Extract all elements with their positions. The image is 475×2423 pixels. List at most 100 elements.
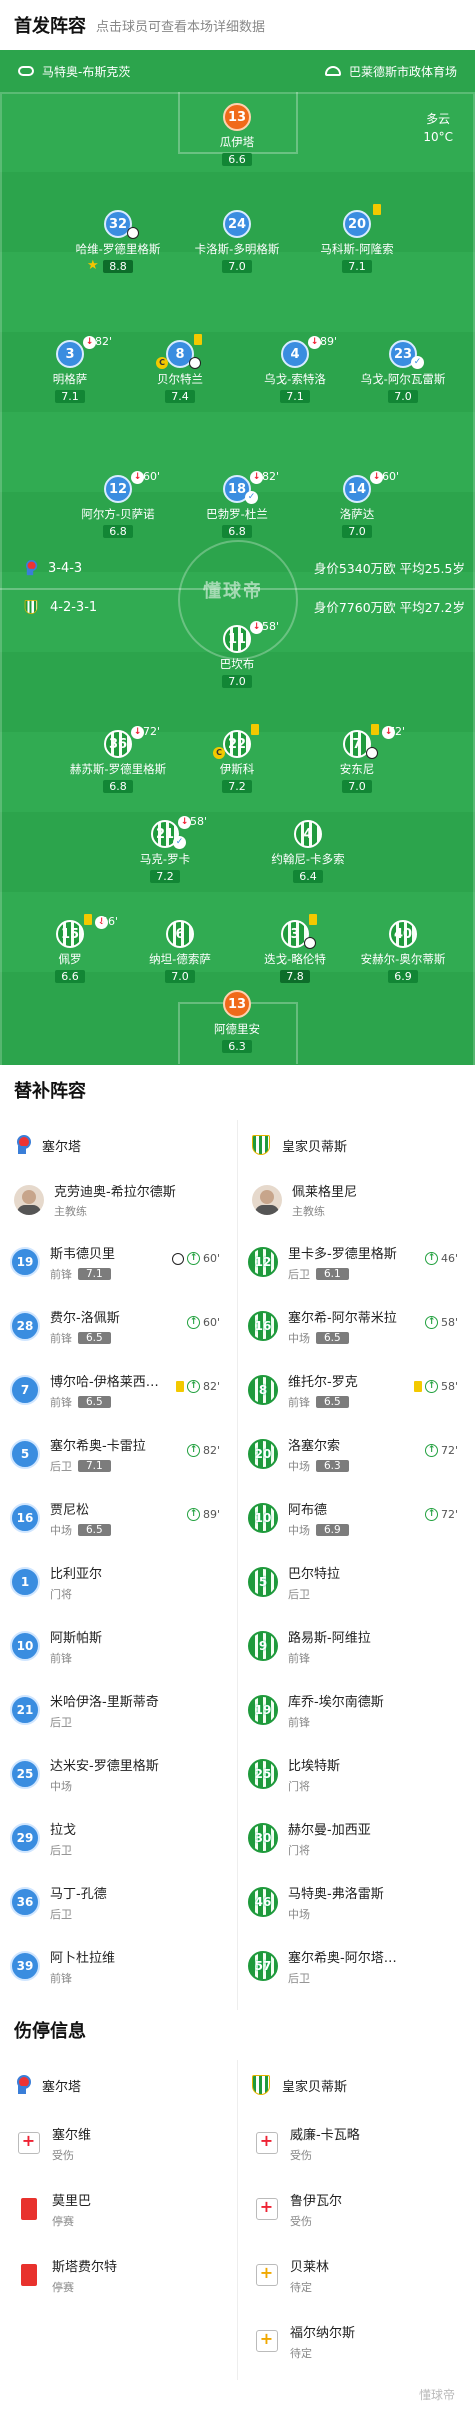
- player-rating: 6.6: [55, 970, 85, 983]
- avg-age: 平均25.5岁: [399, 561, 465, 576]
- sub-player-row[interactable]: 25 比埃特斯 门将: [238, 1742, 466, 1806]
- sub-player-row[interactable]: 5 塞尔希奥-卡雷拉 后卫 7.1 ↑ 82': [0, 1422, 228, 1486]
- player-position: 前锋: [50, 1395, 72, 1409]
- player-name: 贝尔特兰: [157, 372, 203, 386]
- injury-row[interactable]: 莫里巴 停赛: [0, 2176, 228, 2242]
- sub-time: 72': [440, 1508, 458, 1521]
- injury-row[interactable]: 威廉-卡瓦略受伤: [238, 2110, 466, 2176]
- away-player[interactable]: 3 迭戈-略伦特 7.8: [240, 914, 350, 984]
- player-number: 23: [393, 346, 413, 362]
- sub-player-row[interactable]: 10 阿斯帕斯 前锋: [0, 1614, 228, 1678]
- sub-player-row[interactable]: 10 阿布德 中场 6.9 ↑ 72': [238, 1486, 466, 1550]
- away-player-gk[interactable]: 13 阿德里安 6.3: [182, 990, 292, 1054]
- player-position: 前锋: [288, 1651, 310, 1665]
- player-meta: 后卫: [50, 1842, 160, 1858]
- sub-time: 60': [382, 470, 400, 483]
- doubtful-icon: [256, 2263, 278, 2286]
- injury-status: 待定: [290, 2346, 312, 2360]
- sub-player-row[interactable]: 39 阿卜杜拉维 前锋: [0, 1934, 228, 1998]
- sub-player-row[interactable]: 57 塞尔希奥-阿尔塔米拉 后卫: [238, 1934, 466, 1998]
- sub-player-row[interactable]: 16 贾尼松 中场 6.5 ↑ 89': [0, 1486, 228, 1550]
- away-player[interactable]: 21 ↓ ✓ 58' 马克-罗卡 7.2: [110, 815, 220, 884]
- sub-in-icon: ↑: [424, 1508, 438, 1521]
- home-player[interactable]: 8C 贝尔特兰 7.4: [125, 334, 235, 404]
- player-number: 16: [10, 1503, 40, 1533]
- player-rating: 7.1: [280, 390, 310, 403]
- player-number: 24: [223, 210, 251, 238]
- away-player[interactable]: 11 ↓ 58' 巴坎布 7.0: [182, 620, 292, 689]
- player-number: 15: [60, 926, 80, 942]
- player-name: 威廉-卡瓦略: [290, 2127, 360, 2143]
- home-player[interactable]: 32 哈维-罗德里格斯 ★ 8.8: [63, 210, 173, 274]
- player-number: 20: [347, 216, 367, 232]
- sub-player-row[interactable]: 9 路易斯-阿维拉 前锋: [238, 1614, 466, 1678]
- player-info: 贾尼松 中场 6.5: [50, 1499, 160, 1538]
- home-player-gk[interactable]: 13 瓜伊塔 6.6: [182, 103, 292, 167]
- player-name: 费尔-洛佩斯: [50, 1310, 120, 1326]
- sub-time: 72': [143, 725, 161, 738]
- home-player[interactable]: 20 马科斯-阿隆索 7.1: [302, 204, 412, 274]
- player-name: 里卡多-罗德里格斯: [288, 1246, 397, 1262]
- injury-row[interactable]: 福尔纳尔斯待定: [238, 2308, 466, 2374]
- away-player[interactable]: 7 ↓ 72' 安东尼 7.0: [302, 724, 412, 794]
- home-player[interactable]: 23 ✓ 乌戈-阿尔瓦雷斯 7.0: [348, 340, 458, 404]
- injury-status: 停赛: [52, 2214, 74, 2228]
- sub-time: 82': [95, 335, 113, 348]
- injury-row[interactable]: 鲁伊瓦尔受伤: [238, 2176, 466, 2242]
- sub-player-row[interactable]: 19 斯韦德贝里 前锋 7.1 ↑ 60': [0, 1230, 228, 1294]
- player-name: 阿布德: [288, 1502, 328, 1518]
- injury-row[interactable]: 斯塔费尔特 停赛: [0, 2242, 228, 2308]
- away-player[interactable]: 6 纳坦-德索萨 7.0: [125, 920, 235, 984]
- player-name: 巴勃罗-杜兰: [206, 507, 268, 521]
- injury-row[interactable]: 贝莱林待定: [238, 2242, 466, 2308]
- sub-player-row[interactable]: 7 博尔哈-伊格莱西亚斯 前锋 6.5 ↑ 82': [0, 1358, 228, 1422]
- home-player[interactable]: 14 ↓ 60' 洛萨达 7.0: [302, 470, 412, 539]
- home-player[interactable]: 3 ↓ 82' 明格萨 7.1: [15, 335, 125, 404]
- injury-status: 受伤: [290, 2148, 312, 2162]
- injury-row[interactable]: 塞尔维受伤: [0, 2110, 228, 2176]
- yellow-card-icon: [371, 724, 379, 735]
- sub-player-row[interactable]: 30 赫尔曼-加西亚 门将: [238, 1806, 466, 1870]
- sub-player-row[interactable]: 29 拉戈 后卫: [0, 1806, 228, 1870]
- player-name: 米哈伊洛-里斯蒂奇: [50, 1694, 159, 1710]
- player-meta: 中场 6.5: [288, 1330, 398, 1346]
- sub-time: 89': [320, 335, 338, 348]
- sub-player-row[interactable]: 12 里卡多-罗德里格斯 后卫 6.1 ↑ 46': [238, 1230, 466, 1294]
- player-position: 前锋: [288, 1715, 310, 1729]
- player-info: 塞尔希奥-阿尔塔米拉 后卫: [288, 1947, 398, 1986]
- sub-player-row[interactable]: 16 塞尔希-阿尔蒂米拉 中场 6.5 ↑ 58': [238, 1294, 466, 1358]
- home-player[interactable]: 24 卡洛斯-多明格斯 7.0: [182, 210, 292, 274]
- away-player[interactable]: 40 安赫尔-奥尔蒂斯 6.9: [348, 920, 458, 984]
- player-rating: 6.5: [316, 1331, 349, 1344]
- home-player[interactable]: 18 ↓ ✓ 82' 巴勃罗-杜兰 6.8: [182, 470, 292, 539]
- sub-event: ↑ 89': [186, 1508, 220, 1521]
- pitch-watermark: 懂球帝: [203, 581, 263, 602]
- player-meta: 后卫: [288, 1586, 398, 1602]
- player-position: 前锋: [50, 1971, 72, 1985]
- player-rating: 6.8: [222, 525, 252, 538]
- sub-player-row[interactable]: 21 米哈伊洛-里斯蒂奇 后卫: [0, 1678, 228, 1742]
- sub-player-row[interactable]: 36 马丁-孔德 后卫: [0, 1870, 228, 1934]
- sub-time: 89': [202, 1508, 220, 1521]
- sub-player-row[interactable]: 46 马特奥-弗洛雷斯 中场: [238, 1870, 466, 1934]
- player-number: 21: [10, 1695, 40, 1725]
- sub-player-row[interactable]: 28 费尔-洛佩斯 前锋 6.5 ↑ 60': [0, 1294, 228, 1358]
- player-number: 46: [248, 1887, 278, 1917]
- player-info: 马丁-孔德 后卫: [50, 1883, 160, 1922]
- sub-player-row[interactable]: 5 巴尔特拉 后卫: [238, 1550, 466, 1614]
- home-player[interactable]: 4 ↓ 89' 乌戈-索特洛 7.1: [240, 335, 350, 404]
- sub-player-row[interactable]: 8 维托尔-罗克 前锋 6.5 ↑ 58': [238, 1358, 466, 1422]
- sub-player-row[interactable]: 20 洛塞尔索 中场 6.3 ↑ 72': [238, 1422, 466, 1486]
- sub-player-row[interactable]: 1 比利亚尔 门将: [0, 1550, 228, 1614]
- away-coach-row[interactable]: 佩莱格里尼 主教练: [238, 1170, 466, 1230]
- yellow-card-icon: [309, 914, 317, 925]
- away-player[interactable]: 4 约翰尼-卡多索 6.4: [253, 820, 363, 884]
- player-name: 纳坦-德索萨: [149, 952, 211, 966]
- sub-player-row[interactable]: 19 库乔-埃尔南德斯 前锋: [238, 1678, 466, 1742]
- sub-player-row[interactable]: 25 达米安-罗德里格斯 中场: [0, 1742, 228, 1806]
- away-player[interactable]: 36 ↓ 72' 赫苏斯-罗德里格斯 6.8: [63, 725, 173, 794]
- home-player[interactable]: 12 ↓ 60' 阿尔方-贝萨诺 6.8: [63, 470, 173, 539]
- home-coach-row[interactable]: 克劳迪奥-希拉尔德斯 主教练: [0, 1170, 228, 1230]
- away-player[interactable]: 22 C 伊斯科 7.2: [182, 724, 292, 794]
- away-player[interactable]: 15 ↓ 46' 佩罗 6.6: [15, 914, 125, 984]
